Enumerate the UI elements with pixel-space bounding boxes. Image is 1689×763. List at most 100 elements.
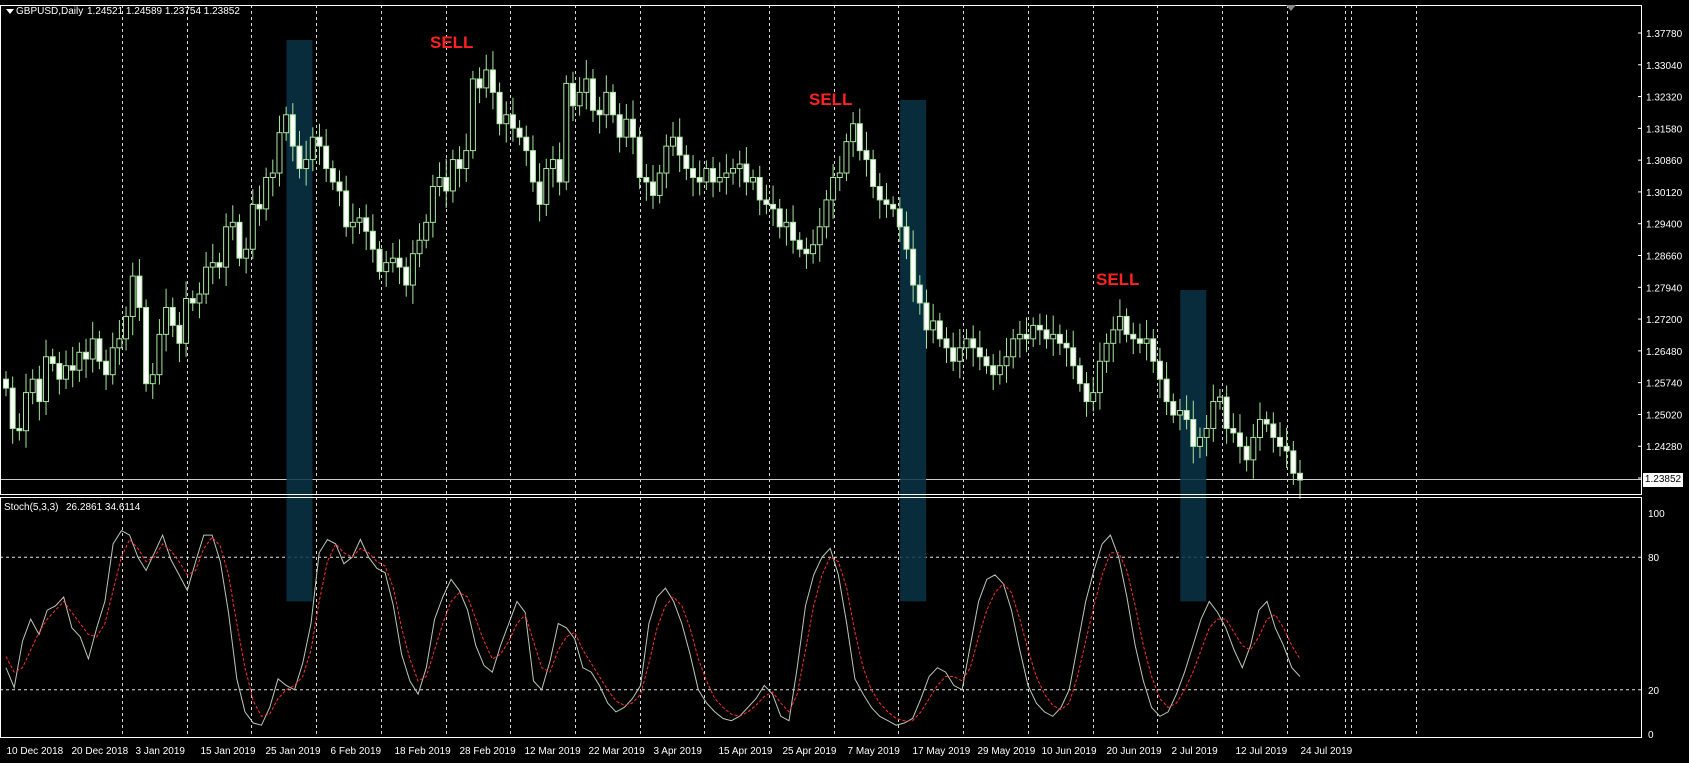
candle-body (496, 91, 503, 125)
candle-body (910, 248, 917, 286)
candle-body (936, 320, 943, 340)
candle-body (116, 338, 123, 349)
candle-body (16, 427, 23, 432)
candle-body (456, 159, 463, 170)
candle-body (603, 91, 610, 116)
candle-body (950, 347, 957, 362)
candle-body (229, 221, 236, 228)
candle-body (650, 181, 656, 196)
candle-body (876, 185, 883, 201)
candle-body (1116, 315, 1123, 331)
x-tick-label: 7 May 2019 (848, 746, 901, 757)
candle-body (63, 365, 70, 380)
candle-body (1070, 347, 1077, 367)
y-tick-label: 1.33040 (1646, 61, 1683, 72)
candle-body (589, 78, 596, 111)
candle-body (196, 293, 203, 304)
candle-body (1256, 419, 1263, 438)
collapse-arrow-icon[interactable] (6, 9, 14, 14)
y-tick-label: 1.26480 (1646, 347, 1683, 358)
candle-body (429, 185, 436, 223)
candle-body (1216, 396, 1223, 403)
x-tick-label: 3 Apr 2019 (654, 746, 703, 757)
candle-body (1123, 315, 1130, 335)
candle-body (790, 221, 797, 241)
candle-body (629, 118, 636, 138)
axis-labels: 10 Dec 2018 20 Dec 2018 3 Jan 2019 15 Jan 2… (7, 5, 1683, 757)
candle-body (1010, 338, 1017, 358)
candle-body (1183, 410, 1190, 421)
candle-body (469, 78, 476, 152)
candle-body (1223, 396, 1230, 429)
candle-body (1263, 419, 1270, 425)
candle-body (1297, 472, 1303, 481)
candle-body (676, 136, 683, 156)
candle-body (1023, 333, 1030, 340)
candle-body (1030, 324, 1037, 340)
candle-body (810, 244, 817, 255)
x-tick-label: 12 Mar 2019 (525, 746, 582, 757)
candle-body (1190, 419, 1197, 447)
y-tick-label: 1.31580 (1646, 124, 1683, 135)
candle-body (89, 338, 96, 360)
candle-body (69, 365, 76, 371)
candle-body (476, 78, 483, 89)
candle-body (850, 123, 857, 143)
candle-body (303, 159, 310, 170)
candle-body (723, 172, 730, 179)
candle-body (683, 154, 690, 170)
x-tick-label: 28 Feb 2019 (460, 746, 517, 757)
candle-body (463, 150, 470, 170)
candle-body (536, 181, 543, 205)
candle-body (670, 136, 677, 147)
candle-body (1056, 333, 1063, 344)
y-tick-label: 1.25020 (1646, 410, 1683, 421)
candle-body (169, 306, 176, 326)
candle-body (1136, 338, 1143, 344)
x-tick-label: 17 May 2019 (913, 746, 971, 757)
candle-body (349, 221, 356, 228)
y-tick-label: 1.27200 (1646, 315, 1683, 326)
candle-body (363, 217, 370, 232)
y-tick-label: 1.29400 (1646, 220, 1683, 231)
candle-body (389, 257, 396, 264)
candle-body (750, 177, 757, 183)
candle-body (136, 275, 143, 308)
y-tick-label: 1.30860 (1646, 156, 1683, 167)
candle-body (870, 159, 877, 187)
candle-body (356, 217, 363, 223)
candle-body (596, 109, 603, 116)
candle-body (109, 347, 116, 376)
candle-body (503, 114, 510, 125)
candle-body (783, 221, 790, 228)
candle-body (1036, 324, 1043, 331)
current-price-badge: 1.23852 (1643, 473, 1683, 487)
stoch-y-tick-label: 100 (1648, 509, 1665, 520)
candle-body (543, 168, 550, 205)
chart-canvas: 10 Dec 2018 20 Dec 2018 3 Jan 2019 15 Jan 2… (0, 5, 1683, 757)
candle-body (710, 168, 717, 183)
candle-body (49, 356, 56, 364)
candle-body (1043, 329, 1050, 340)
y-tick-label: 1.32320 (1646, 93, 1683, 104)
candle-body (1050, 333, 1057, 340)
candle-body (609, 91, 616, 116)
candle-body (249, 203, 256, 250)
chart-frame (0, 5, 1642, 738)
candle-body (409, 253, 416, 286)
candle-body (703, 168, 710, 183)
x-tick-label: 20 Dec 2018 (72, 746, 129, 757)
candle-body (763, 199, 770, 205)
candle-body (329, 168, 336, 183)
x-tick-label: 25 Jan 2019 (266, 746, 321, 757)
stoch-y-tick-label: 80 (1648, 553, 1660, 564)
candle-body (443, 177, 450, 192)
candle-body (1150, 338, 1157, 362)
x-tick-label: 20 Jun 2019 (1107, 746, 1162, 757)
y-tick-label: 1.24280 (1646, 442, 1683, 453)
candle-body (1230, 427, 1237, 434)
candle-body (276, 132, 283, 174)
candle-body (930, 320, 937, 331)
candle-body (1170, 401, 1177, 416)
candle-body (376, 248, 383, 273)
